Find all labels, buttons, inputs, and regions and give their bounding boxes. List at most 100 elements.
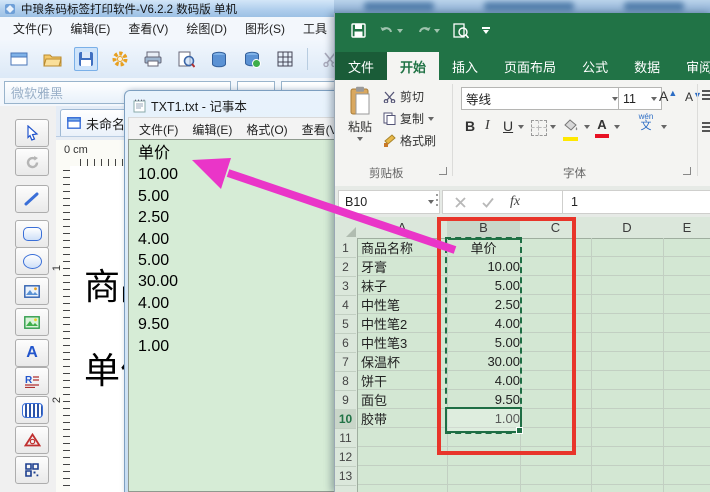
- row-header-3[interactable]: 3: [335, 276, 356, 296]
- tab-review[interactable]: 审阅: [673, 52, 710, 80]
- font-color-dropdown[interactable]: [614, 125, 620, 129]
- undo-button[interactable]: [379, 24, 403, 37]
- ruler-v-label-1: 1: [51, 265, 63, 271]
- phonetic-guide-button[interactable]: wén 文: [635, 113, 657, 132]
- fx-icon[interactable]: fx: [510, 194, 520, 210]
- fill-color-dropdown[interactable]: [584, 125, 590, 129]
- shrink-font-button[interactable]: A▼: [685, 90, 702, 104]
- copy-button[interactable]: 复制: [383, 110, 434, 127]
- font-size-value: 11: [623, 92, 636, 106]
- tab-formulas[interactable]: 公式: [569, 52, 621, 80]
- row-header-11[interactable]: 11: [335, 428, 356, 448]
- barcode-tool[interactable]: [15, 396, 49, 424]
- row-header-5[interactable]: 5: [335, 314, 356, 334]
- italic-button[interactable]: I: [485, 118, 490, 134]
- clipboard-dialog-launcher[interactable]: [439, 167, 447, 175]
- select-all-corner[interactable]: [335, 217, 358, 239]
- font-dialog-launcher[interactable]: [683, 167, 691, 175]
- formula-input[interactable]: 1: [562, 190, 710, 214]
- save-icon[interactable]: [351, 23, 366, 38]
- grow-font-button[interactable]: A▲: [659, 88, 677, 104]
- print-preview-icon[interactable]: [175, 48, 197, 70]
- paste-button[interactable]: 粘贴: [343, 86, 377, 152]
- name-box[interactable]: B10: [338, 190, 440, 214]
- database-connect-icon[interactable]: [241, 48, 263, 70]
- settings-gear-icon[interactable]: [109, 48, 131, 70]
- image-tool[interactable]: [15, 277, 49, 305]
- row-header-8[interactable]: 8: [335, 371, 356, 391]
- customize-qat-button[interactable]: [482, 27, 490, 34]
- print-icon[interactable]: [142, 48, 164, 70]
- menu-tools[interactable]: 工具: [296, 18, 334, 39]
- gridline: [663, 238, 664, 492]
- tab-file[interactable]: 文件: [335, 52, 387, 80]
- open-folder-icon[interactable]: [41, 48, 63, 70]
- row-header-13[interactable]: 13: [335, 466, 356, 486]
- tab-page-layout[interactable]: 页面布局: [491, 52, 569, 80]
- underline-button[interactable]: U: [503, 118, 513, 134]
- tab-home[interactable]: 开始: [387, 52, 439, 80]
- rounded-rect-tool[interactable]: [15, 220, 49, 248]
- shape-triangle-tool[interactable]: [15, 426, 49, 454]
- menu-file[interactable]: 文件(F): [6, 18, 59, 39]
- line-tool[interactable]: [15, 185, 49, 213]
- grid-icon[interactable]: [274, 48, 296, 70]
- menu-view[interactable]: 查看(V): [121, 18, 175, 39]
- borders-dropdown[interactable]: [550, 125, 556, 129]
- row-header-12[interactable]: 12: [335, 447, 356, 467]
- col-header-E[interactable]: E: [663, 217, 710, 239]
- format-painter-button[interactable]: 格式刷: [383, 132, 436, 149]
- notepad-menu-format[interactable]: 格式(O): [240, 119, 293, 140]
- ellipse-tool[interactable]: [15, 247, 49, 275]
- rotate-tool[interactable]: [15, 148, 49, 176]
- cut-icon: [383, 91, 396, 103]
- underline-dropdown[interactable]: [518, 125, 524, 129]
- rich-text-tool[interactable]: R: [15, 367, 49, 395]
- menu-draw[interactable]: 绘图(D): [179, 18, 234, 39]
- borders-button[interactable]: [531, 120, 547, 136]
- chevron-down-icon: [428, 200, 434, 204]
- row-header-2[interactable]: 2: [335, 257, 356, 277]
- cut-button[interactable]: 剪切: [383, 88, 424, 105]
- font-size-combo[interactable]: 11: [618, 87, 662, 110]
- enter-icon[interactable]: [482, 197, 494, 208]
- redo-button[interactable]: [416, 24, 440, 37]
- bold-button[interactable]: B: [465, 118, 475, 134]
- col-header-D[interactable]: D: [591, 217, 664, 239]
- row-header-10[interactable]: 10: [335, 409, 356, 429]
- phonetic-dropdown[interactable]: [661, 125, 667, 129]
- font-name-value: 等线: [466, 89, 491, 108]
- text-tool[interactable]: A: [15, 339, 49, 367]
- ruler-ticks: [63, 170, 70, 490]
- fill-color-button[interactable]: [563, 118, 580, 141]
- print-preview-icon[interactable]: [453, 23, 469, 39]
- notepad-menu-edit[interactable]: 编辑(E): [186, 119, 238, 140]
- row-header-9[interactable]: 9: [335, 390, 356, 410]
- row-header-7[interactable]: 7: [335, 352, 356, 372]
- font-name-combo[interactable]: 等线: [461, 87, 623, 110]
- chevron-down-icon: [651, 97, 657, 101]
- col-header-A[interactable]: A: [357, 217, 448, 239]
- notepad-menu-file[interactable]: 文件(F): [133, 119, 184, 140]
- tab-data[interactable]: 数据: [621, 52, 673, 80]
- row-header-4[interactable]: 4: [335, 295, 356, 315]
- row-header-1[interactable]: 1: [335, 238, 356, 258]
- image-color-tool[interactable]: [15, 308, 49, 336]
- qrcode-tool[interactable]: [15, 456, 49, 484]
- fbar-grip[interactable]: [436, 194, 438, 196]
- notepad-text-area[interactable]: 单价 10.00 5.00 2.50 4.00 5.00 30.00 4.00 …: [128, 139, 338, 492]
- menu-edit[interactable]: 编辑(E): [63, 18, 117, 39]
- database-icon[interactable]: [208, 48, 230, 70]
- cancel-icon[interactable]: [455, 197, 466, 208]
- save-icon[interactable]: [74, 47, 98, 71]
- toolbar-separator: [307, 48, 308, 70]
- menu-shape[interactable]: 图形(S): [238, 18, 292, 39]
- new-document-icon[interactable]: [8, 48, 30, 70]
- tab-insert[interactable]: 插入: [439, 52, 491, 80]
- row-header-6[interactable]: 6: [335, 333, 356, 353]
- font-color-button[interactable]: A: [595, 116, 609, 138]
- group-separator: [452, 84, 453, 176]
- notepad-text-content: 单价 10.00 5.00 2.50 4.00 5.00 30.00 4.00 …: [138, 143, 178, 357]
- blur-blob: [364, 2, 434, 11]
- select-cursor-tool[interactable]: [15, 119, 49, 147]
